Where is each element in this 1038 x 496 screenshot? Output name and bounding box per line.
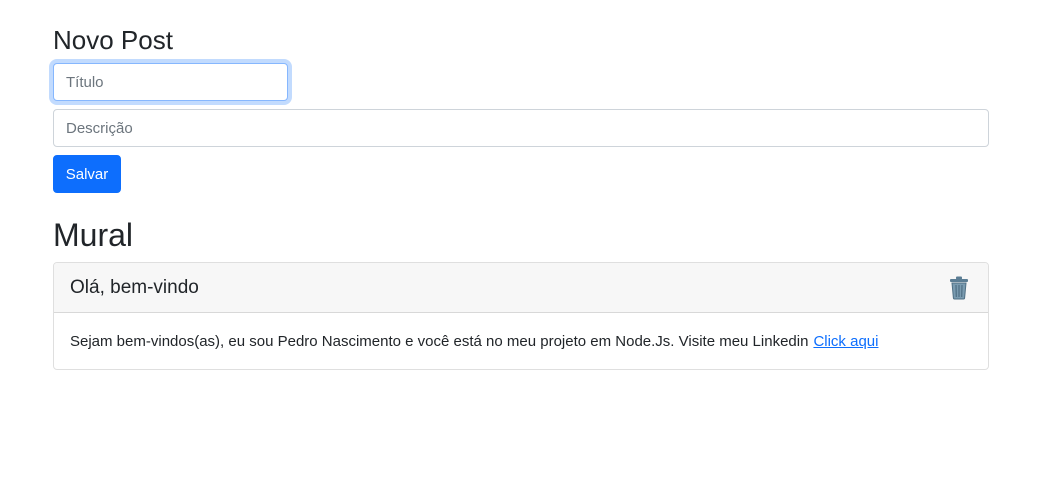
trash-icon[interactable] — [948, 276, 970, 300]
save-button[interactable]: Salvar — [53, 155, 121, 193]
novo-post-heading: Novo Post — [53, 25, 173, 55]
post-card-header: Olá, bem-vindo — [54, 263, 988, 313]
post-body-text: Sejam bem-vindos(as), eu sou Pedro Nasci… — [70, 333, 809, 350]
title-input[interactable] — [53, 63, 288, 101]
post-card: Olá, bem-vindo Sejam bem-vindos(as), eu … — [53, 262, 989, 370]
post-title: Olá, bem-vindo — [70, 276, 199, 298]
linkedin-link[interactable]: Click aqui — [813, 333, 878, 350]
post-card-body: Sejam bem-vindos(as), eu sou Pedro Nasci… — [54, 313, 988, 369]
mural-heading: Mural — [53, 217, 134, 253]
description-input[interactable] — [53, 109, 989, 147]
